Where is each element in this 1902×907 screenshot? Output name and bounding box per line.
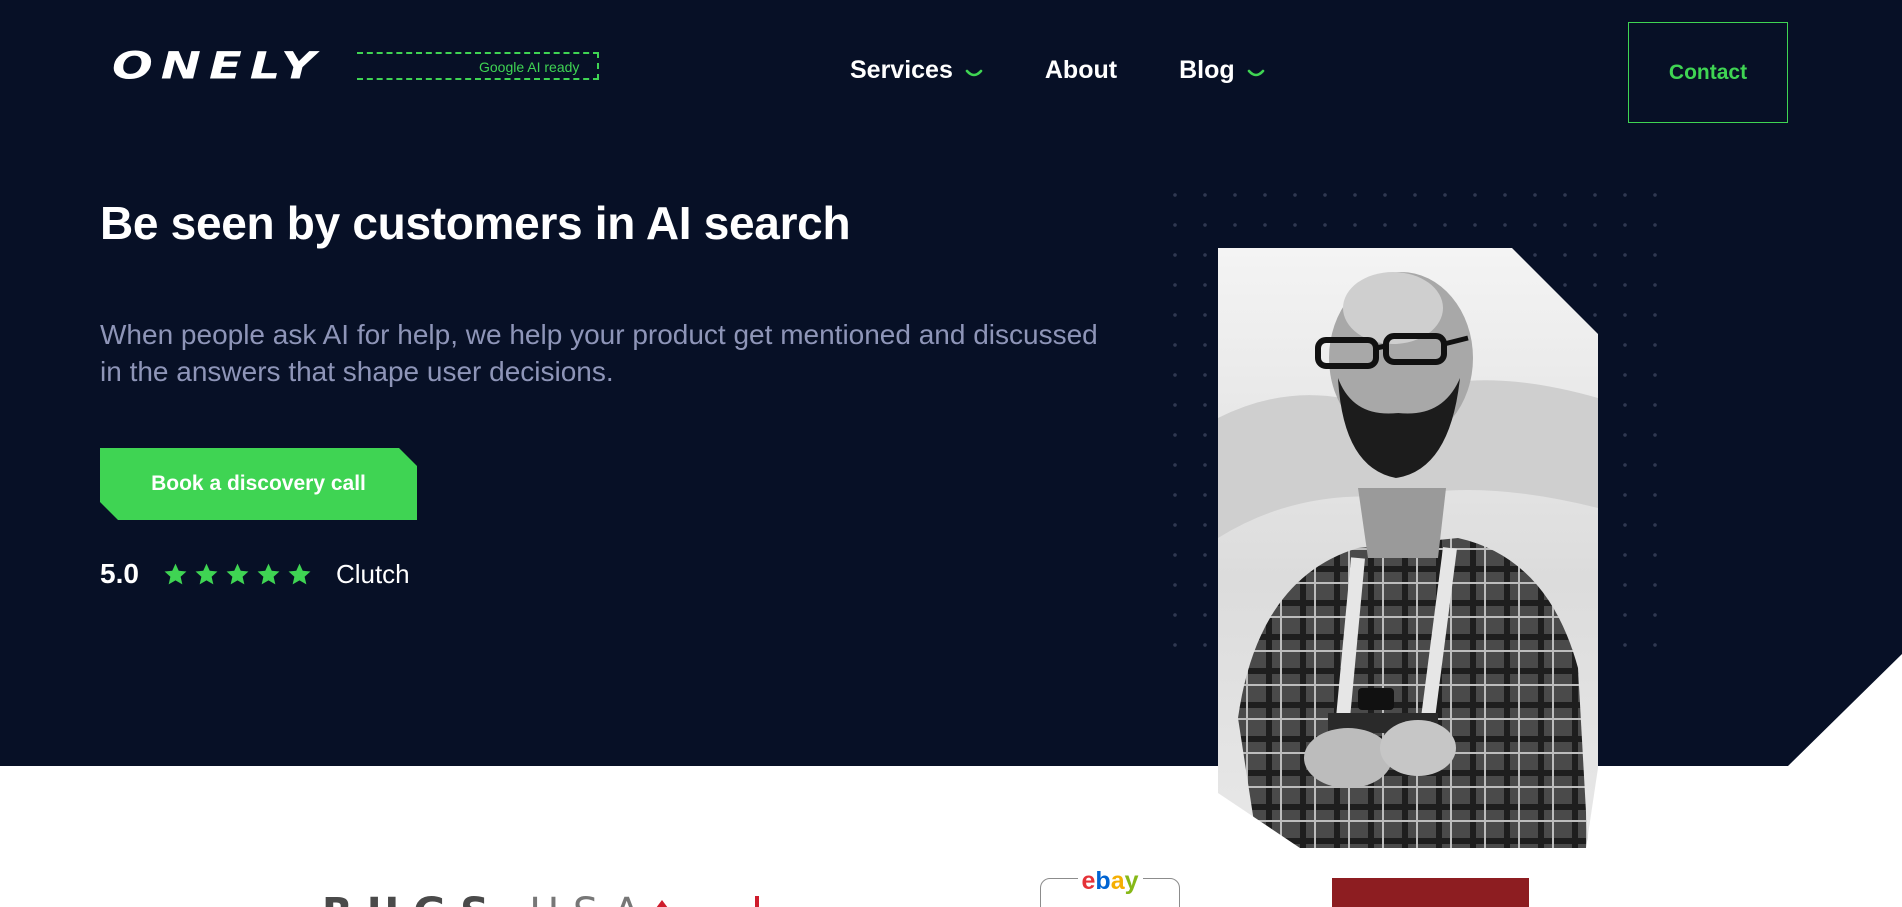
rugs-usa-logo: RUGS USA bbox=[322, 890, 654, 907]
rating-source: Clutch bbox=[335, 558, 410, 589]
nav-item-label: About bbox=[1044, 56, 1118, 84]
logo-badge-text: Google AI ready bbox=[479, 59, 580, 75]
hero-headline: Be seen by customers in AI search bbox=[100, 197, 851, 249]
star-icon bbox=[288, 563, 311, 584]
ebay-wordmark: ebay bbox=[1077, 867, 1143, 895]
speaker-illustration bbox=[1218, 272, 1598, 848]
star-icon bbox=[226, 563, 249, 584]
red-logo bbox=[650, 896, 780, 907]
hero-subtext: When people ask AI for help, we help you… bbox=[100, 319, 1098, 387]
chevron-down-icon bbox=[965, 69, 983, 76]
rugs-usa-logo-sub: USA bbox=[530, 890, 655, 907]
rugs-usa-logo-main: RUGS bbox=[322, 890, 503, 907]
client-logos-strip bbox=[0, 766, 1902, 907]
nav-item-blog[interactable]: Blog bbox=[1179, 56, 1265, 85]
nav-item-about[interactable]: About bbox=[1045, 56, 1117, 85]
ebay-logo: ebay bbox=[1040, 867, 1180, 907]
logo-badge: Google AI ready bbox=[357, 52, 599, 80]
main-nav: Services About Blog bbox=[850, 56, 1327, 85]
speaker-portrait-image bbox=[1218, 248, 1598, 848]
nav-item-label: Blog bbox=[1179, 56, 1235, 84]
maroon-logo bbox=[1332, 878, 1529, 907]
chevron-down-icon bbox=[1247, 69, 1264, 76]
rating-score: 5.0 bbox=[100, 558, 139, 589]
nav-item-label: Services bbox=[850, 56, 953, 84]
rating-stars bbox=[163, 562, 312, 587]
clutch-rating[interactable]: 5.0 Clutch bbox=[100, 558, 410, 590]
contact-button[interactable]: Contact bbox=[1628, 22, 1788, 123]
star-icon bbox=[164, 563, 187, 584]
nav-item-services[interactable]: Services bbox=[850, 56, 983, 85]
logo-wordmark: ONELY bbox=[112, 44, 324, 88]
book-discovery-call-button[interactable]: Book a discovery call bbox=[100, 448, 417, 520]
star-icon bbox=[195, 563, 218, 584]
star-icon bbox=[257, 563, 280, 584]
